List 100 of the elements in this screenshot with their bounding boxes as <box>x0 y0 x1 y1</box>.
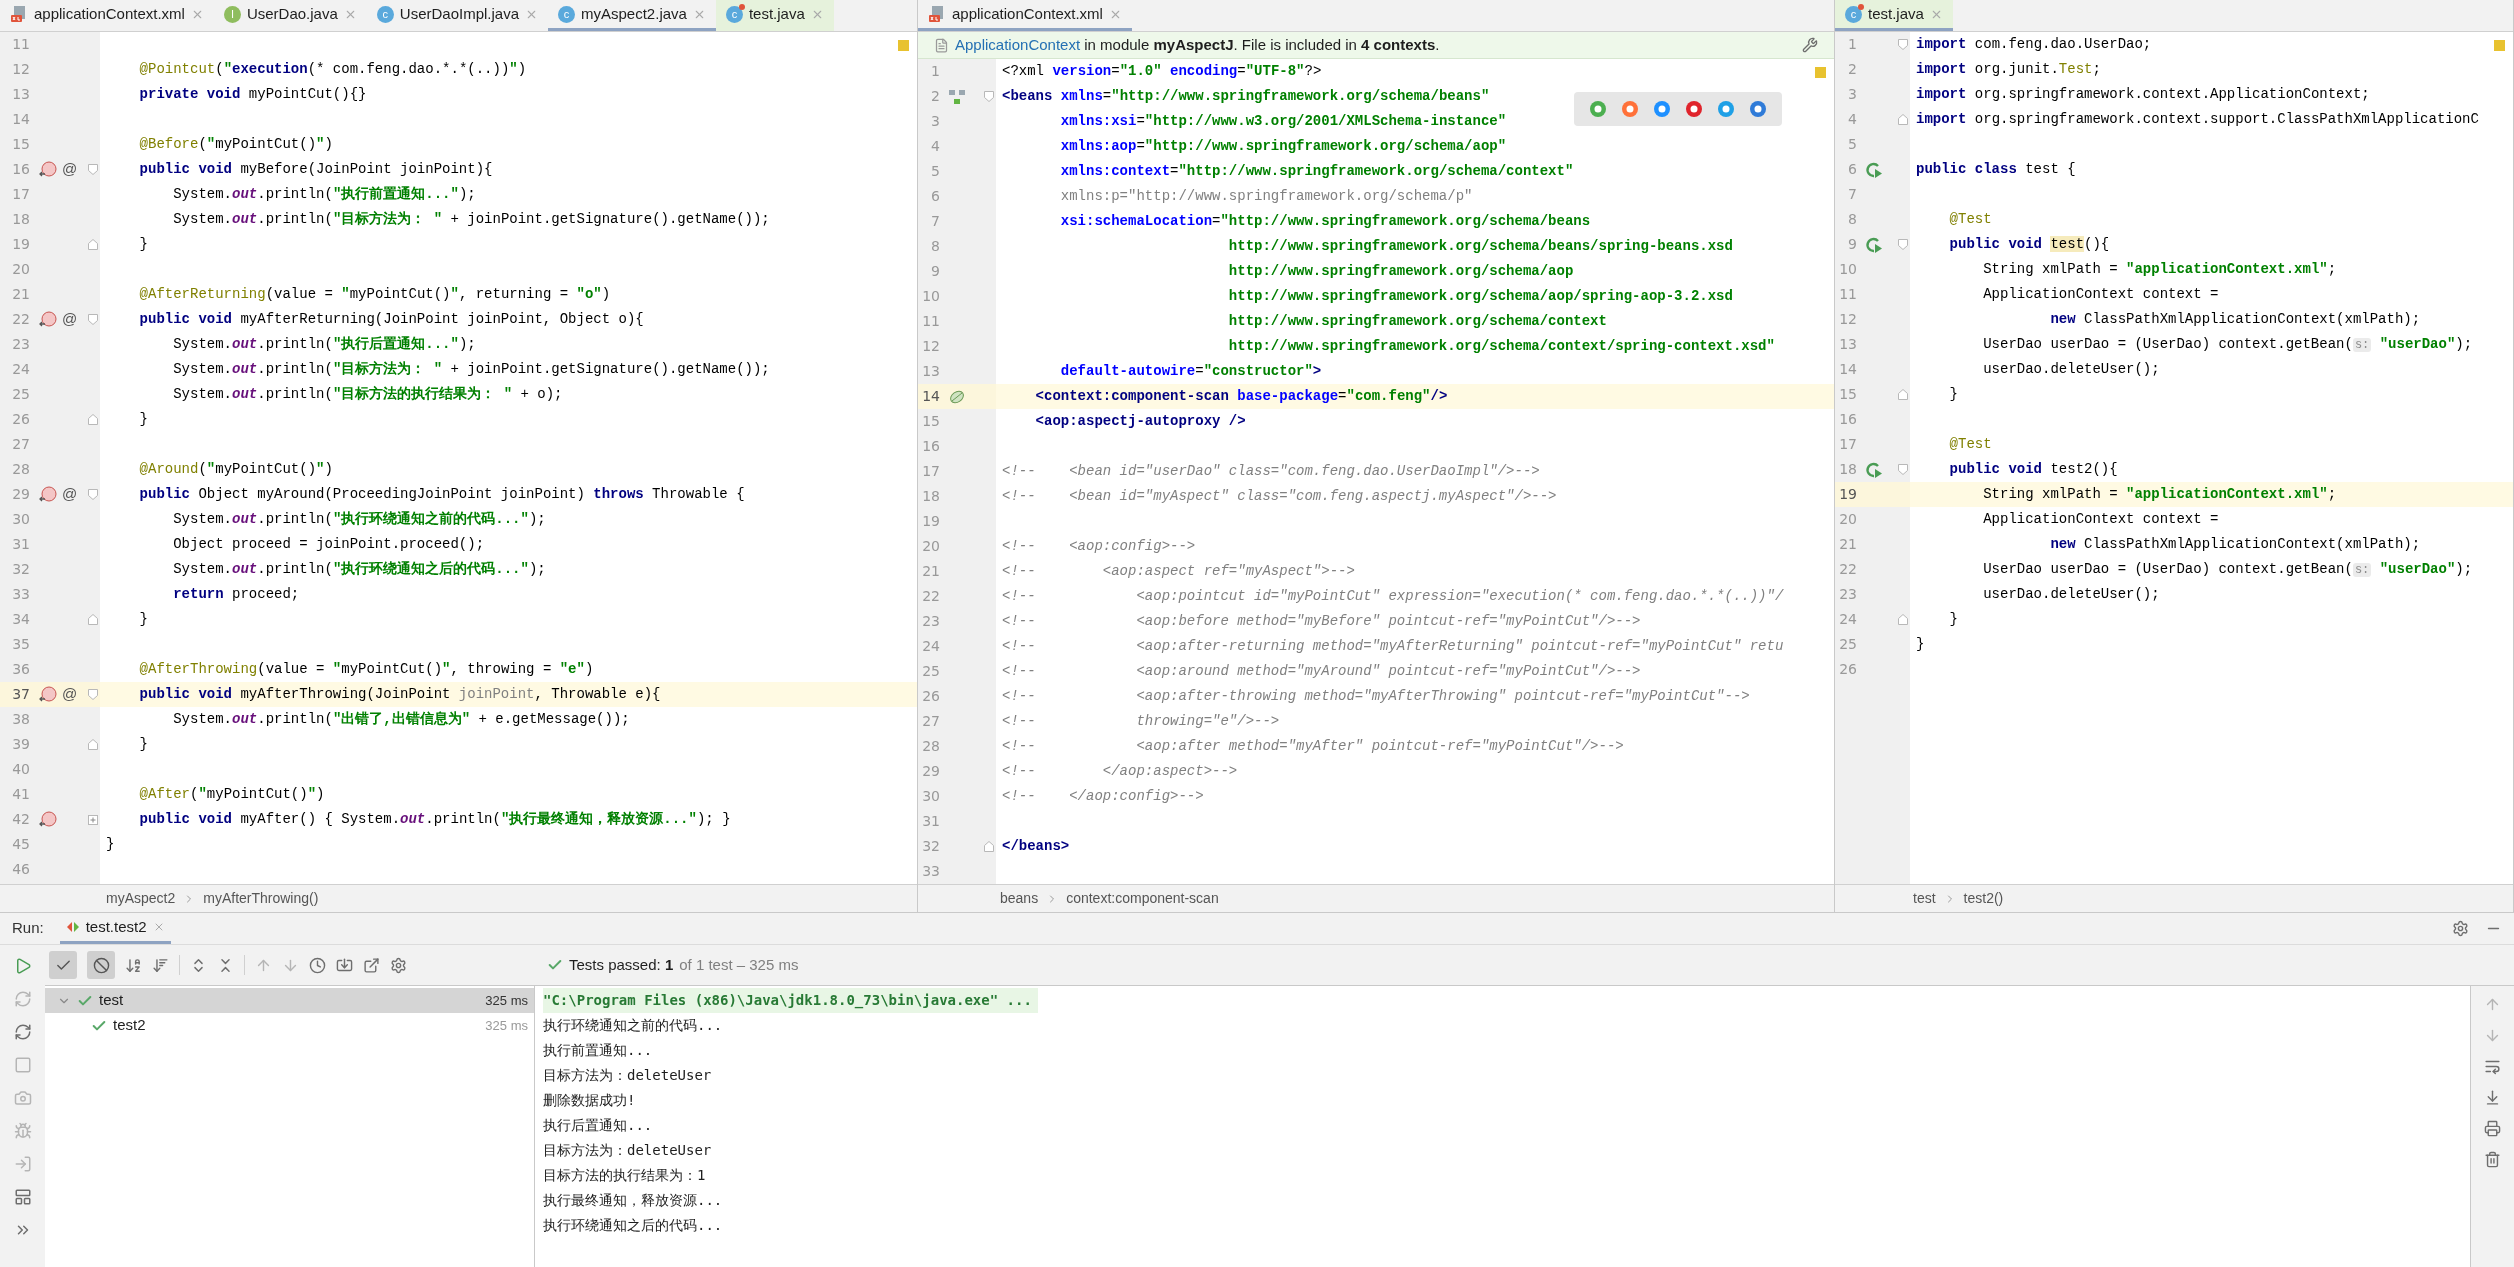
line-number: 40 <box>11 760 30 779</box>
context-link[interactable]: ApplicationContext <box>955 35 1081 53</box>
settings-icon[interactable] <box>2452 920 2469 937</box>
fold-marker-icon[interactable] <box>88 164 98 175</box>
scroll-up-icon[interactable] <box>2484 996 2501 1013</box>
line-number: 29 <box>921 762 940 781</box>
export-icon[interactable] <box>363 956 380 974</box>
xml-file-icon <box>928 5 946 23</box>
breadcrumb-item[interactable]: context:component-scan <box>1066 888 1219 909</box>
line-number: 46 <box>11 860 30 879</box>
fold-marker-icon[interactable] <box>1898 239 1908 250</box>
rerun-icon[interactable] <box>13 990 32 1008</box>
scroll-down-icon[interactable] <box>2484 1027 2501 1044</box>
advice-mark[interactable]: @ <box>62 483 78 506</box>
fold-marker-icon[interactable] <box>1898 464 1908 475</box>
override-method-icon[interactable] <box>38 310 58 329</box>
advice-mark[interactable]: @ <box>62 683 78 706</box>
line-number: 16 <box>1838 410 1857 429</box>
expand-fold-icon[interactable] <box>88 814 98 825</box>
soft-wrap-icon[interactable] <box>2484 1058 2501 1075</box>
override-method-icon[interactable] <box>38 685 58 704</box>
line-number: 3 <box>1847 85 1857 104</box>
console-output: 目标方法为：deleteUser <box>543 1066 713 1085</box>
settings-icon[interactable] <box>1802 37 1818 53</box>
fold-marker-icon[interactable] <box>1898 614 1908 625</box>
trash-icon[interactable] <box>2484 1151 2501 1168</box>
fold-marker-icon[interactable] <box>88 614 98 625</box>
fold-marker-icon[interactable] <box>88 314 98 325</box>
editor-tab[interactable]: c test.java <box>1835 0 1953 31</box>
class-badge-icon: c <box>1845 5 1862 23</box>
line-number: 15 <box>11 135 30 154</box>
console-output: 执行环绕通知之前的代码... <box>543 1016 724 1035</box>
scroll-to-end-icon[interactable] <box>2484 1089 2501 1106</box>
test-name: test2 <box>113 1015 146 1036</box>
sort-duration-icon[interactable] <box>152 956 169 974</box>
show-passed-button[interactable] <box>49 951 77 979</box>
context-notice: ApplicationContext in module myAspectJ. File is included in 4 contexts. <box>955 34 1440 55</box>
override-method-icon[interactable] <box>38 485 58 504</box>
browser-icon[interactable] <box>1588 99 1608 119</box>
fold-marker-icon[interactable] <box>88 414 98 425</box>
breadcrumb-item[interactable]: myAfterThrowing() <box>203 888 319 909</box>
advice-mark[interactable]: @ <box>62 308 78 331</box>
line-number: 9 <box>930 262 940 281</box>
import-icon[interactable] <box>336 956 353 974</box>
fold-marker-icon[interactable] <box>1898 114 1908 125</box>
browser-icon[interactable] <box>1620 99 1640 119</box>
print-icon[interactable] <box>2484 1120 2501 1137</box>
test-tree-row[interactable]: test2 325 ms <box>45 1013 534 1038</box>
show-ignored-button[interactable] <box>87 951 115 979</box>
test-status: Tests passed: 1 <box>569 954 674 975</box>
fold-marker-icon[interactable] <box>88 489 98 500</box>
line-number: 2 <box>1847 60 1857 79</box>
fold-marker-icon[interactable] <box>1898 39 1908 50</box>
settings-icon[interactable] <box>390 956 407 974</box>
line-number: 30 <box>921 787 940 806</box>
console-output: 删除数据成功! <box>543 1091 637 1110</box>
browser-icon[interactable] <box>1716 99 1736 119</box>
run-tab[interactable]: test.test2 <box>59 913 171 944</box>
breadcrumb-item[interactable]: test2() <box>1963 888 2004 909</box>
test-tree-row[interactable]: test 325 ms <box>45 988 534 1013</box>
stop-icon[interactable] <box>13 1056 32 1074</box>
line-number: 26 <box>11 410 30 429</box>
override-method-icon[interactable] <box>38 160 58 179</box>
line-number: 8 <box>1847 210 1857 229</box>
bug-icon[interactable] <box>13 1122 32 1140</box>
fold-marker-icon[interactable] <box>88 689 98 700</box>
browser-icon[interactable] <box>1652 99 1672 119</box>
sort-alpha-icon[interactable] <box>125 956 142 974</box>
line-number: 18 <box>11 210 30 229</box>
line-number: 11 <box>921 312 940 331</box>
exit-icon[interactable] <box>13 1155 32 1173</box>
line-number: 17 <box>1838 435 1857 454</box>
breadcrumb-item[interactable]: myAspect2 <box>106 888 176 909</box>
line-number: 29 <box>11 485 30 504</box>
line-number: 33 <box>921 862 940 881</box>
camera-icon[interactable] <box>13 1089 32 1107</box>
fold-marker-icon[interactable] <box>88 739 98 750</box>
fold-marker-icon[interactable] <box>984 841 994 852</box>
fold-marker-icon[interactable] <box>1898 389 1908 400</box>
layout-icon[interactable] <box>13 1188 32 1206</box>
run-test-icon[interactable] <box>1865 160 1883 179</box>
history-icon[interactable] <box>309 956 326 974</box>
override-method-icon[interactable] <box>38 810 58 829</box>
browser-icon[interactable] <box>1748 99 1768 119</box>
breadcrumb-item[interactable]: test <box>1913 888 1936 909</box>
toggle-auto-test-icon[interactable] <box>13 1023 32 1041</box>
breadcrumb-item[interactable]: beans <box>1000 888 1039 909</box>
line-number: 39 <box>11 735 30 754</box>
run-test-icon[interactable] <box>1865 235 1883 254</box>
fold-marker-icon[interactable] <box>88 239 98 250</box>
diagram-icon[interactable] <box>948 87 966 106</box>
browser-icon[interactable] <box>1684 99 1704 119</box>
advice-mark[interactable]: @ <box>62 158 78 181</box>
fold-marker-icon[interactable] <box>984 91 994 102</box>
line-number: 38 <box>11 710 30 729</box>
editor-tab[interactable]: c test.java <box>715 0 834 31</box>
line-number: 12 <box>11 60 30 79</box>
line-number: 7 <box>1847 185 1857 204</box>
line-number: 24 <box>11 360 30 379</box>
run-test-icon[interactable] <box>1865 460 1883 479</box>
